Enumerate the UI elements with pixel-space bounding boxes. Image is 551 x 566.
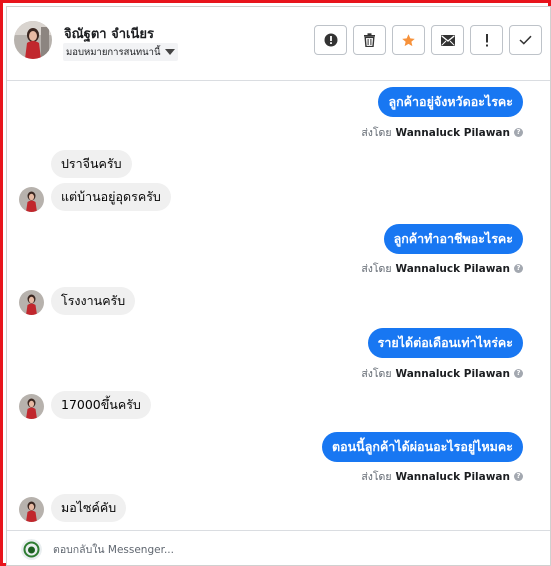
outgoing-message: ลูกค้าอยู่จังหวัดอะไรคะ [378, 87, 523, 117]
sent-by-label: ส่งโดย Wannaluck Pilawan ? [361, 468, 523, 485]
reply-input[interactable]: ตอบกลับใน Messenger... [53, 541, 174, 558]
info-icon[interactable]: ? [514, 369, 523, 378]
sender-name: Wannaluck Pilawan [395, 126, 510, 139]
star-button[interactable] [392, 25, 425, 55]
conversation-panel: จิณัฐตา จำเนียร มอบหมายการสนทนานี้ ลูกค้… [6, 6, 551, 566]
sent-by-prefix: ส่งโดย [361, 127, 392, 139]
conversation-header: จิณัฐตา จำเนียร มอบหมายการสนทนานี้ [7, 7, 550, 81]
info-circle-icon [324, 33, 337, 47]
action-toolbar [314, 25, 542, 55]
mark-done-button[interactable] [509, 25, 542, 55]
trash-icon [364, 33, 375, 47]
incoming-message: โรงงานครับ [51, 287, 136, 315]
sender-name: Wannaluck Pilawan [395, 470, 510, 483]
caret-down-icon [164, 49, 175, 55]
outgoing-message: ลูกค้าทำอาชีพอะไรคะ [383, 224, 523, 254]
info-icon[interactable]: ? [514, 472, 523, 481]
assign-conversation-dropdown[interactable]: มอบหมายการสนทนานี้ [63, 43, 178, 61]
incoming-message: มอไซค์คับ [51, 494, 127, 522]
message-thread: ลูกค้าอยู่จังหวัดอะไรคะ ส่งโดย Wannaluck… [7, 82, 550, 529]
sender-name: Wannaluck Pilawan [395, 367, 510, 380]
reply-bar: ตอบกลับใน Messenger... [7, 530, 550, 565]
exclamation-icon [485, 33, 488, 46]
contact-avatar-small [19, 497, 44, 522]
delete-button[interactable] [353, 25, 386, 55]
incoming-message: แต่บ้านอยู่อุดรครับ [51, 183, 171, 211]
contact-avatar-small [19, 290, 44, 315]
incoming-message: 17000ขึ้นครับ [51, 391, 151, 419]
contact-avatar-small [19, 394, 44, 419]
sent-by-label: ส่งโดย Wannaluck Pilawan ? [361, 260, 523, 277]
sent-by-label: ส่งโดย Wannaluck Pilawan ? [361, 365, 523, 382]
envelope-icon [440, 34, 455, 46]
contact-avatar[interactable] [14, 21, 52, 59]
star-icon [402, 33, 415, 46]
assign-label: มอบหมายการสนทนานี้ [66, 46, 161, 58]
spam-button[interactable] [470, 25, 503, 55]
sent-by-prefix: ส่งโดย [361, 368, 392, 380]
sent-by-label: ส่งโดย Wannaluck Pilawan ? [361, 124, 523, 141]
sent-by-prefix: ส่งโดย [361, 471, 392, 483]
incoming-message: ปราจีนครับ [51, 150, 132, 178]
sender-name: Wannaluck Pilawan [395, 262, 510, 275]
sent-by-prefix: ส่งโดย [361, 263, 392, 275]
page-avatar [21, 538, 42, 560]
mark-unread-button[interactable] [431, 25, 464, 55]
info-icon[interactable]: ? [514, 128, 523, 137]
contact-name[interactable]: จิณัฐตา จำเนียร [64, 23, 154, 44]
contact-avatar-small [19, 187, 44, 212]
check-icon [519, 35, 532, 45]
info-button[interactable] [314, 25, 347, 55]
outgoing-message: ตอนนี้ลูกค้าได้ผ่อนอะไรอยู่ไหมคะ [322, 432, 523, 462]
window-frame: จิณัฐตา จำเนียร มอบหมายการสนทนานี้ ลูกค้… [0, 0, 551, 566]
info-icon[interactable]: ? [514, 264, 523, 273]
outgoing-message: รายได้ต่อเดือนเท่าไหร่คะ [367, 328, 523, 358]
